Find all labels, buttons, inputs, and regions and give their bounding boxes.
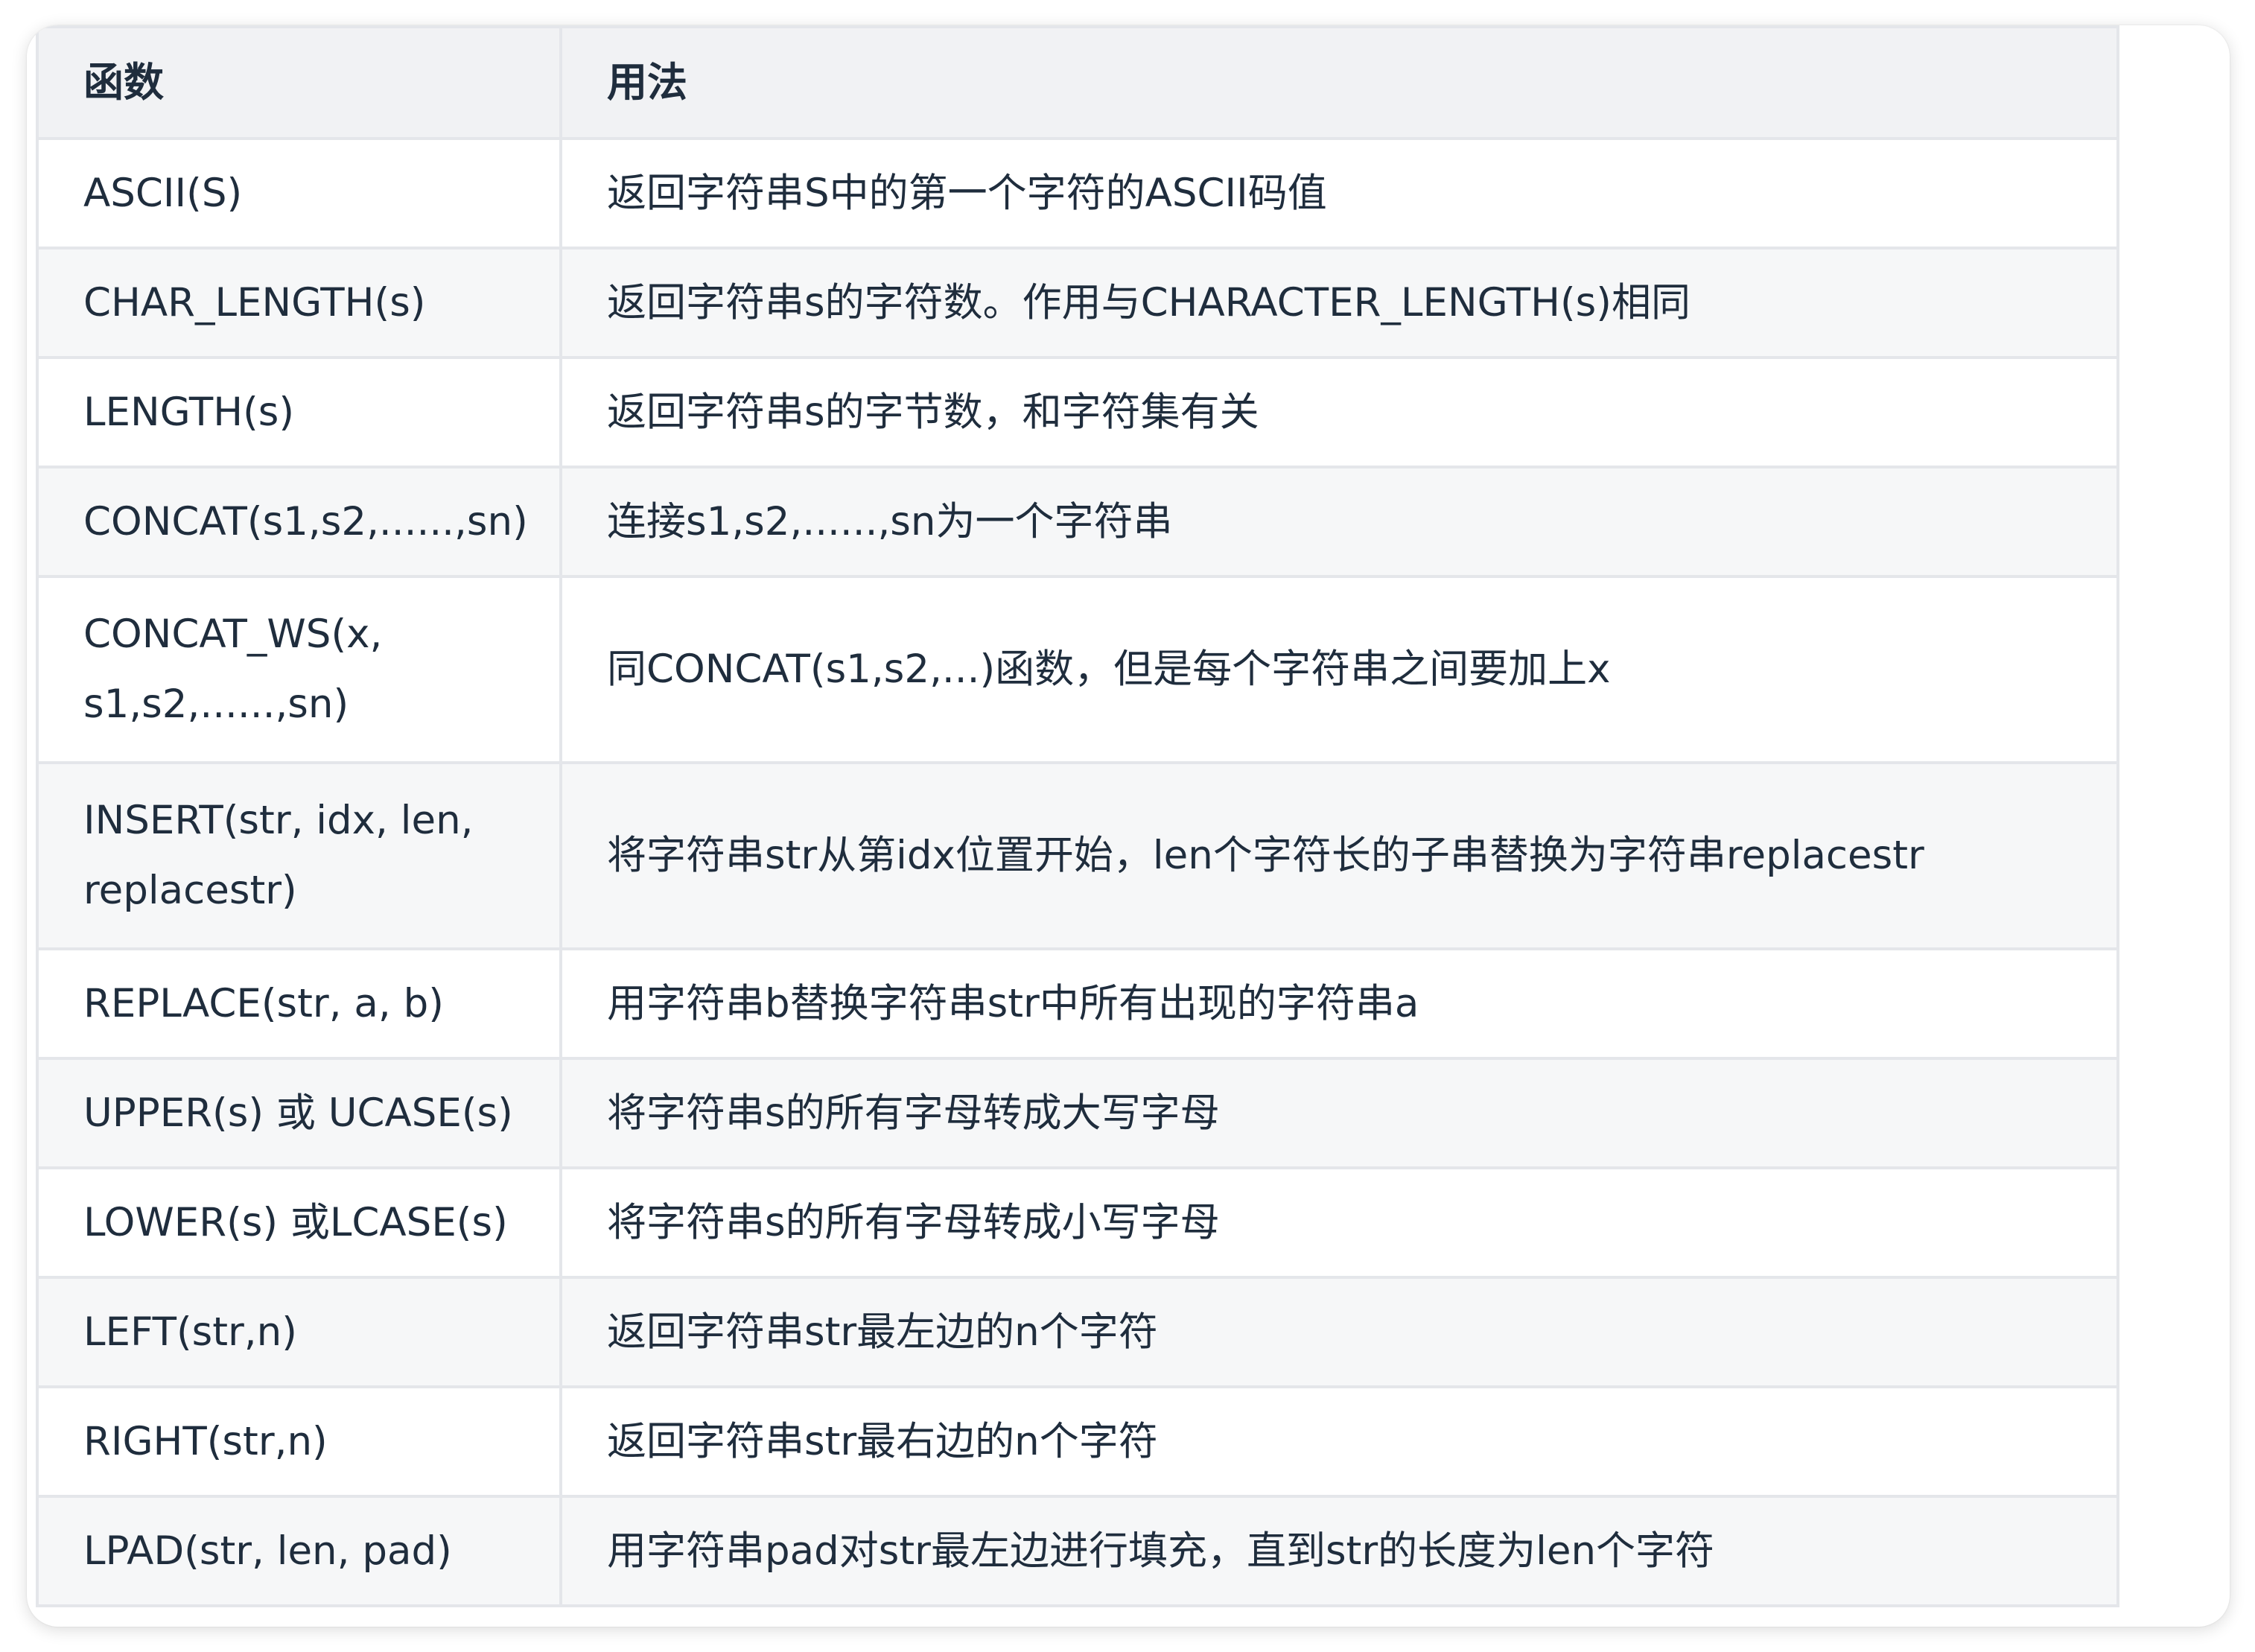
function-table: 函数 用法 ASCII(S) 返回字符串S中的第一个字符的ASCII码值 CHA… bbox=[36, 25, 2119, 1607]
table-row: UPPER(s) 或 UCASE(s) 将字符串s的所有字母转成大写字母 bbox=[36, 1057, 2119, 1169]
table-row: CHAR_LENGTH(s) 返回字符串s的字符数。作用与CHARACTER_L… bbox=[36, 247, 2119, 359]
usage-cell: 同CONCAT(s1,s2,...)函数，但是每个字符串之间要加上x bbox=[559, 575, 2119, 764]
table-row: LPAD(str, len, pad) 用字符串pad对str最左边进行填充，直… bbox=[36, 1495, 2119, 1607]
function-cell: REPLACE(str, a, b) bbox=[36, 947, 562, 1060]
table-row: LEFT(str,n) 返回字符串str最左边的n个字符 bbox=[36, 1276, 2119, 1388]
table-row: CONCAT(s1,s2,......,sn) 连接s1,s2,......,s… bbox=[36, 466, 2119, 578]
usage-cell: 返回字符串s的字节数，和字符集有关 bbox=[559, 356, 2119, 468]
header-function: 函数 bbox=[36, 25, 562, 140]
function-cell: LPAD(str, len, pad) bbox=[36, 1495, 562, 1607]
table-row: REPLACE(str, a, b) 用字符串b替换字符串str中所有出现的字符… bbox=[36, 947, 2119, 1060]
table-row: CONCAT_WS(x, s1,s2,......,sn) 同CONCAT(s1… bbox=[36, 575, 2119, 764]
function-cell: LOWER(s) 或LCASE(s) bbox=[36, 1166, 562, 1279]
table-row: INSERT(str, idx, len, replacestr) 将字符串st… bbox=[36, 761, 2119, 950]
usage-cell: 将字符串s的所有字母转成小写字母 bbox=[559, 1166, 2119, 1279]
usage-cell: 连接s1,s2,......,sn为一个字符串 bbox=[559, 466, 2119, 578]
table-row: LOWER(s) 或LCASE(s) 将字符串s的所有字母转成小写字母 bbox=[36, 1166, 2119, 1279]
table-row: LENGTH(s) 返回字符串s的字节数，和字符集有关 bbox=[36, 356, 2119, 468]
header-usage: 用法 bbox=[559, 25, 2119, 140]
function-cell: CONCAT(s1,s2,......,sn) bbox=[36, 466, 562, 578]
usage-cell: 将字符串str从第idx位置开始，len个字符长的子串替换为字符串replace… bbox=[559, 761, 2119, 950]
usage-cell: 返回字符串s的字符数。作用与CHARACTER_LENGTH(s)相同 bbox=[559, 247, 2119, 359]
usage-cell: 返回字符串str最左边的n个字符 bbox=[559, 1276, 2119, 1388]
function-cell: ASCII(S) bbox=[36, 137, 562, 250]
usage-cell: 将字符串s的所有字母转成大写字母 bbox=[559, 1057, 2119, 1169]
function-cell: RIGHT(str,n) bbox=[36, 1385, 562, 1498]
table-card: 函数 用法 ASCII(S) 返回字符串S中的第一个字符的ASCII码值 CHA… bbox=[27, 25, 2230, 1627]
usage-cell: 用字符串pad对str最左边进行填充，直到str的长度为len个字符 bbox=[559, 1495, 2119, 1607]
usage-cell: 用字符串b替换字符串str中所有出现的字符串a bbox=[559, 947, 2119, 1060]
table-row: ASCII(S) 返回字符串S中的第一个字符的ASCII码值 bbox=[36, 137, 2119, 250]
table-row: RIGHT(str,n) 返回字符串str最右边的n个字符 bbox=[36, 1385, 2119, 1498]
function-cell: CHAR_LENGTH(s) bbox=[36, 247, 562, 359]
usage-cell: 返回字符串S中的第一个字符的ASCII码值 bbox=[559, 137, 2119, 250]
function-cell: UPPER(s) 或 UCASE(s) bbox=[36, 1057, 562, 1169]
function-cell: INSERT(str, idx, len, replacestr) bbox=[36, 761, 562, 950]
function-cell: LENGTH(s) bbox=[36, 356, 562, 468]
function-cell: CONCAT_WS(x, s1,s2,......,sn) bbox=[36, 575, 562, 764]
usage-cell: 返回字符串str最右边的n个字符 bbox=[559, 1385, 2119, 1498]
function-cell: LEFT(str,n) bbox=[36, 1276, 562, 1388]
table-header-row: 函数 用法 bbox=[36, 25, 2119, 140]
